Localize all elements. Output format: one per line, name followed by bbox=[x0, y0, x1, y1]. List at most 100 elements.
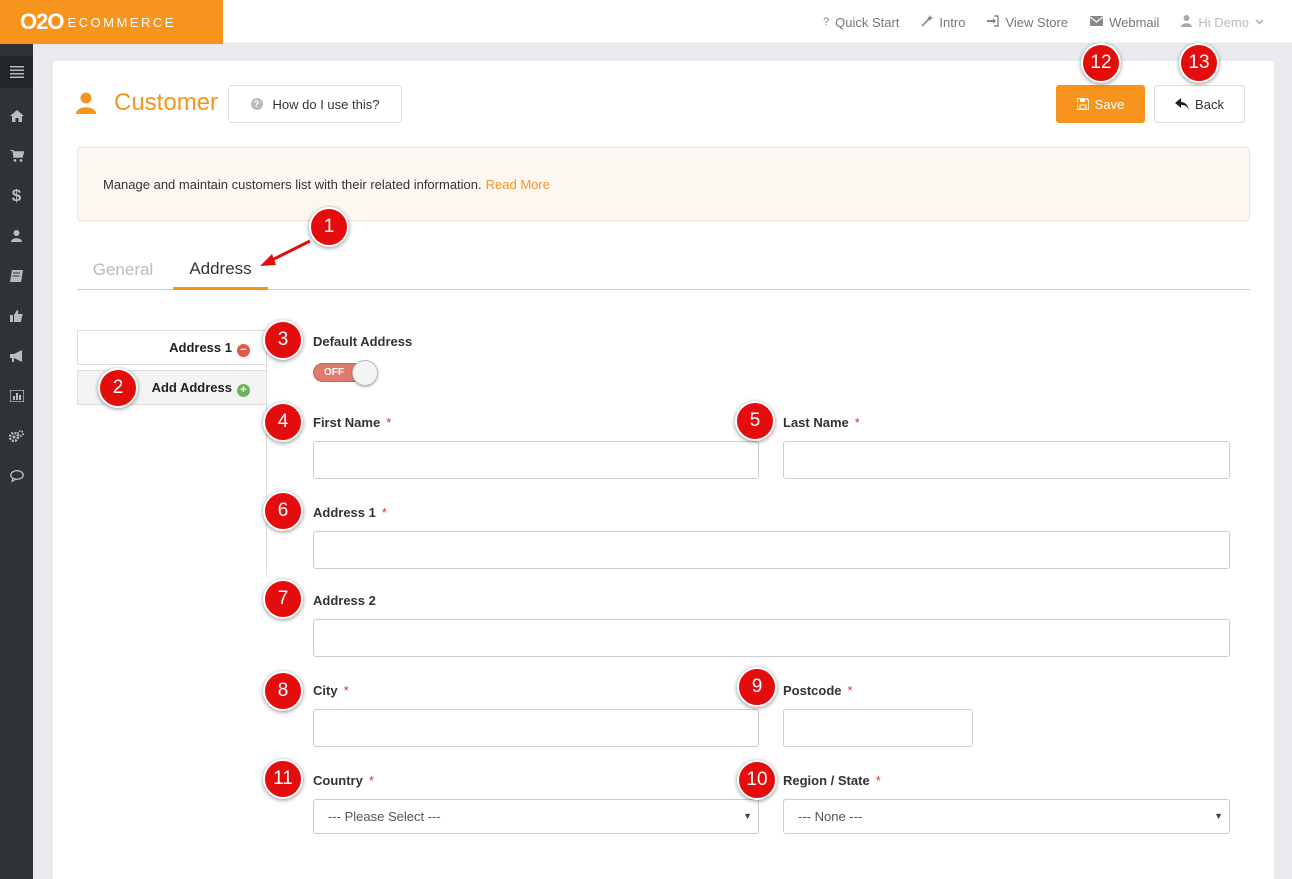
first-name-field[interactable] bbox=[313, 441, 759, 479]
region-selected-value: --- None --- bbox=[798, 809, 863, 824]
address1-label: Address 1 * bbox=[313, 505, 387, 520]
save-button-label: Save bbox=[1094, 96, 1125, 112]
divider bbox=[266, 365, 267, 575]
city-label: City * bbox=[313, 683, 349, 698]
required-mark: * bbox=[854, 415, 860, 430]
postcode-label-text: Postcode bbox=[783, 683, 842, 698]
bullhorn-icon[interactable] bbox=[0, 336, 33, 376]
annotation-marker-6: 6 bbox=[263, 491, 303, 531]
sign-in-icon bbox=[987, 14, 1000, 30]
annotation-marker-5: 5 bbox=[735, 401, 775, 441]
cart-icon[interactable] bbox=[0, 136, 33, 176]
address-item-label: Address 1 bbox=[169, 340, 232, 355]
thumbs-up-icon[interactable] bbox=[0, 296, 33, 336]
address-list-item[interactable]: Address 1 − bbox=[77, 330, 267, 365]
help-button-label: How do I use this? bbox=[272, 96, 380, 112]
top-bar: O2O ECOMMERCE ? Quick Start Intro View S… bbox=[0, 0, 1292, 44]
book-icon[interactable] bbox=[0, 256, 33, 296]
user-icon[interactable] bbox=[0, 216, 33, 256]
postcode-field[interactable] bbox=[783, 709, 973, 747]
required-mark: * bbox=[875, 773, 881, 788]
home-icon[interactable] bbox=[0, 96, 33, 136]
quick-start-link[interactable]: ? Quick Start bbox=[823, 15, 899, 30]
address2-field[interactable] bbox=[313, 619, 1230, 657]
intro-label: Intro bbox=[939, 14, 966, 30]
last-name-label-text: Last Name bbox=[783, 415, 849, 430]
city-field[interactable] bbox=[313, 709, 759, 747]
region-label: Region / State * bbox=[783, 773, 881, 788]
user-icon bbox=[1181, 14, 1193, 30]
address1-field[interactable] bbox=[313, 531, 1230, 569]
annotation-marker-4: 4 bbox=[263, 402, 303, 442]
annotation-marker-1: 1 bbox=[309, 207, 349, 247]
menu-toggle-icon[interactable] bbox=[0, 56, 33, 88]
annotation-marker-8: 8 bbox=[263, 671, 303, 711]
country-label-text: Country bbox=[313, 773, 363, 788]
save-button[interactable]: Save bbox=[1056, 85, 1145, 123]
country-select[interactable]: --- Please Select --- ▼ bbox=[313, 799, 759, 834]
back-button-label: Back bbox=[1195, 96, 1224, 112]
wand-icon bbox=[921, 14, 934, 30]
question-circle-icon: ? bbox=[250, 98, 263, 110]
toggle-knob bbox=[352, 360, 378, 386]
default-address-toggle[interactable]: OFF bbox=[313, 359, 379, 387]
required-mark: * bbox=[381, 505, 387, 520]
brand-logo-mark: O2O bbox=[20, 9, 64, 34]
address1-label-text: Address 1 bbox=[313, 505, 376, 520]
required-mark: * bbox=[368, 773, 374, 788]
annotation-marker-3: 3 bbox=[263, 320, 303, 360]
region-select[interactable]: --- None --- ▼ bbox=[783, 799, 1230, 834]
country-selected-value: --- Please Select --- bbox=[328, 809, 441, 824]
comment-icon[interactable] bbox=[0, 456, 33, 496]
country-label: Country * bbox=[313, 773, 374, 788]
last-name-field[interactable] bbox=[783, 441, 1230, 479]
customer-icon bbox=[76, 92, 96, 114]
annotation-marker-9: 9 bbox=[737, 667, 777, 707]
info-box: Manage and maintain customers list with … bbox=[77, 147, 1250, 221]
default-address-label: Default Address bbox=[313, 334, 413, 349]
dropdown-arrow-icon: ▼ bbox=[1214, 811, 1223, 821]
dollar-icon[interactable]: $ bbox=[0, 176, 33, 216]
annotation-marker-2: 2 bbox=[98, 368, 138, 408]
cogs-icon[interactable] bbox=[0, 416, 33, 456]
remove-icon[interactable]: − bbox=[237, 344, 250, 357]
address2-label: Address 2 bbox=[313, 593, 376, 608]
quick-start-label: Quick Start bbox=[835, 14, 900, 30]
last-name-label: Last Name * bbox=[783, 415, 860, 430]
user-menu-label: Hi Demo bbox=[1198, 14, 1249, 30]
required-mark: * bbox=[847, 683, 853, 698]
user-menu[interactable]: Hi Demo bbox=[1181, 14, 1264, 30]
tab-general[interactable]: General bbox=[77, 250, 169, 290]
tab-bar: General Address bbox=[77, 250, 1250, 290]
first-name-label: First Name * bbox=[313, 415, 391, 430]
bar-chart-icon[interactable] bbox=[0, 376, 33, 416]
annotation-marker-13: 13 bbox=[1179, 43, 1219, 83]
back-button[interactable]: Back bbox=[1154, 85, 1245, 123]
view-store-link[interactable]: View Store bbox=[987, 15, 1068, 30]
intro-link[interactable]: Intro bbox=[921, 14, 966, 30]
webmail-link[interactable]: Webmail bbox=[1089, 14, 1160, 30]
first-name-label-text: First Name bbox=[313, 415, 381, 430]
read-more-link[interactable]: Read More bbox=[486, 177, 550, 192]
annotation-marker-10: 10 bbox=[737, 760, 777, 800]
postcode-label: Postcode * bbox=[783, 683, 853, 698]
info-text: Manage and maintain customers list with … bbox=[103, 176, 482, 192]
view-store-label: View Store bbox=[1005, 14, 1069, 30]
annotation-arrow bbox=[260, 239, 311, 266]
floppy-icon bbox=[1076, 98, 1089, 110]
brand-logo-text: ECOMMERCE bbox=[67, 14, 176, 30]
add-icon: + bbox=[237, 384, 250, 397]
required-mark: * bbox=[343, 683, 349, 698]
page-title: Customer bbox=[114, 89, 219, 116]
brand-logo[interactable]: O2O ECOMMERCE bbox=[0, 0, 223, 44]
help-button[interactable]: ? How do I use this? bbox=[228, 85, 402, 123]
envelope-icon bbox=[1089, 15, 1104, 29]
tab-address[interactable]: Address bbox=[173, 250, 268, 290]
add-address-label: Add Address bbox=[151, 380, 232, 395]
region-label-text: Region / State bbox=[783, 773, 870, 788]
top-nav: ? Quick Start Intro View Store Webmail H… bbox=[823, 0, 1292, 44]
reply-icon bbox=[1175, 98, 1190, 110]
annotation-marker-12: 12 bbox=[1081, 43, 1121, 83]
toggle-state-label: OFF bbox=[324, 367, 344, 378]
webmail-label: Webmail bbox=[1109, 14, 1160, 30]
